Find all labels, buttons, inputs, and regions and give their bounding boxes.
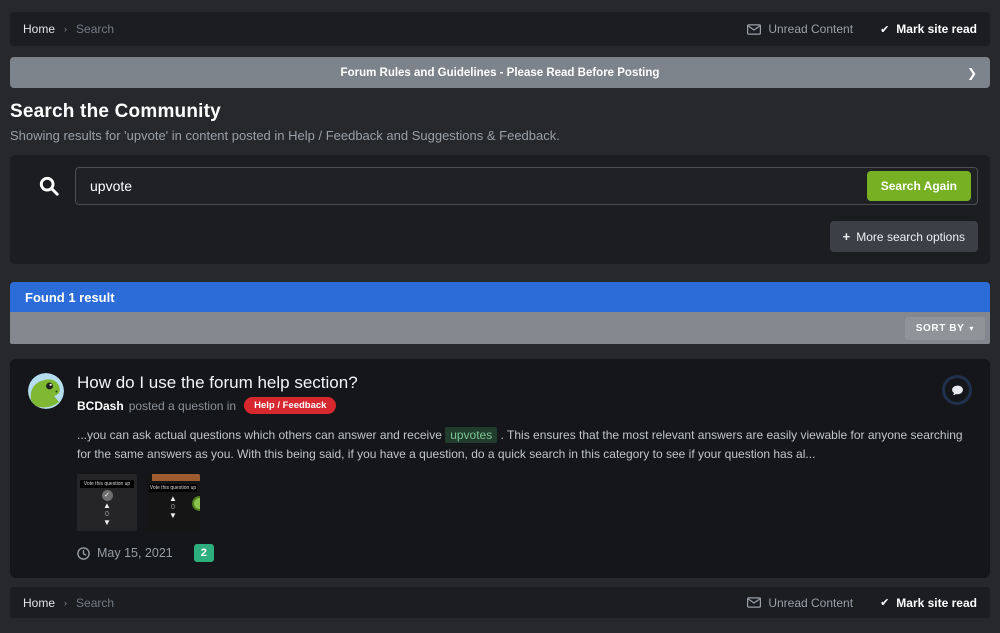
search-input[interactable] [88,177,867,195]
bottom-bar: Home › Search Unread Content ✔ Mark site… [10,587,990,618]
gecko-avatar-image [28,373,64,409]
attachment-thumbnails: Vote this question up ✓ ▲ 0 ▼ Vote this … [77,474,972,531]
breadcrumb-home-link[interactable]: Home [23,596,55,610]
thumbnail-vote-screenshot-1[interactable]: Vote this question up ✓ ▲ 0 ▼ [77,474,137,531]
thumbnail-vote-screenshot-2[interactable]: Vote this question up ▲ 0 ▼ [146,474,200,531]
speech-bubble-icon [951,384,964,397]
search-row: Search Again [22,167,978,205]
breadcrumb-home-link[interactable]: Home [23,22,55,36]
upvote-arrow-icon: ▲ [103,502,111,511]
bottom-bar-actions: Unread Content ✔ Mark site read [747,596,977,610]
check-icon: ✔ [880,23,889,36]
more-search-options-button[interactable]: + More search options [830,221,978,252]
mark-site-read-label: Mark site read [896,596,977,610]
question-bubble-icon [942,375,972,405]
upvote-arrow-icon: ▲ [169,495,177,504]
top-bar: Home › Search Unread Content ✔ Mark site… [10,12,990,46]
page-subtitle: Showing results for 'upvote' in content … [10,128,990,143]
result-header: How do I use the forum help section? BCD… [28,373,972,414]
breadcrumb-current: Search [76,596,114,610]
mark-site-read-link[interactable]: ✔ Mark site read [880,596,977,610]
results-count-bar: Found 1 result [10,282,990,312]
breadcrumb: Home › Search [23,596,114,610]
author-link[interactable]: BCDash [77,399,124,413]
page-header: Search the Community Showing results for… [10,101,990,143]
thumb-vote-controls: ✓ ▲ 0 ▼ [77,490,137,527]
more-search-options-label: More search options [856,230,965,244]
result-title-link[interactable]: How do I use the forum help section? [77,373,942,393]
search-again-button[interactable]: Search Again [867,171,971,201]
downvote-arrow-icon: ▼ [169,512,177,521]
forum-rules-banner-text: Forum Rules and Guidelines - Please Read… [341,67,660,79]
search-icon [38,175,60,197]
result-body: ...you can ask actual questions which ot… [77,426,972,562]
sort-by-label: SORT BY [916,323,965,334]
forum-rules-banner[interactable]: Forum Rules and Guidelines - Please Read… [10,57,990,88]
plus-icon: + [843,229,851,244]
results-count-text: Found 1 result [25,290,115,305]
unread-content-label: Unread Content [768,596,853,610]
result-date: May 15, 2021 [97,546,173,560]
page-title: Search the Community [10,101,990,123]
search-panel: Search Again + More search options [10,155,990,264]
breadcrumb-current: Search [76,22,114,36]
unread-content-link[interactable]: Unread Content [747,596,853,610]
top-bar-actions: Unread Content ✔ Mark site read [747,22,977,36]
envelope-icon [747,24,761,35]
breadcrumb: Home › Search [23,22,114,36]
byline-verb: posted a question in [129,399,236,413]
thumb-header-bar [152,474,200,481]
result-head-text: How do I use the forum help section? BCD… [77,373,942,414]
search-result-item: How do I use the forum help section? BCD… [10,359,990,578]
thumb-tooltip-text: Vote this question up [149,484,197,492]
check-icon: ✔ [880,596,889,609]
check-circle-icon: ✓ [102,490,113,501]
highlighted-search-term: upvotes [445,427,497,443]
avatar[interactable] [28,373,64,409]
search-results-page: Home › Search Unread Content ✔ Mark site… [0,12,1000,633]
thumb-tooltip-text: Vote this question up [80,480,134,488]
result-footer: May 15, 2021 2 [77,544,972,562]
caret-down-icon: ▾ [969,324,974,333]
envelope-icon [747,597,761,608]
chevron-right-icon: › [64,24,67,34]
unread-content-label: Unread Content [768,22,853,36]
chevron-right-icon: ❯ [967,66,977,80]
category-badge[interactable]: Help / Feedback [244,397,336,414]
downvote-arrow-icon: ▼ [103,519,111,528]
reply-count-badge[interactable]: 2 [194,544,214,562]
result-byline: BCDash posted a question in Help / Feedb… [77,397,942,414]
sort-by-button[interactable]: SORT BY ▾ [905,317,985,340]
mark-site-read-link[interactable]: ✔ Mark site read [880,22,977,36]
chevron-right-icon: › [64,598,67,608]
result-snippet: ...you can ask actual questions which ot… [77,426,972,463]
snippet-text-before: ...you can ask actual questions which ot… [77,428,445,442]
mark-site-read-label: Mark site read [896,22,977,36]
unread-content-link[interactable]: Unread Content [747,22,853,36]
search-input-wrap: Search Again [75,167,978,205]
clock-icon [77,547,90,560]
more-options-row: + More search options [22,221,978,252]
sort-bar: SORT BY ▾ [10,312,990,344]
